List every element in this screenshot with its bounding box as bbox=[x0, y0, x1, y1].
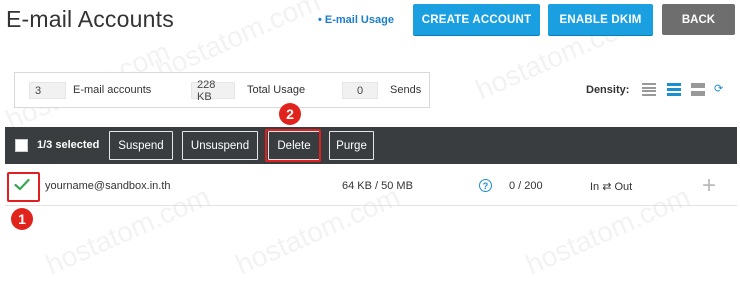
density-normal-icon[interactable] bbox=[667, 83, 681, 96]
email-usage-link[interactable]: • E-mail Usage bbox=[318, 14, 394, 26]
usage-value: 228 KB bbox=[191, 79, 235, 103]
accounts-label: E-mail accounts bbox=[73, 84, 152, 96]
usage-label: Total Usage bbox=[247, 84, 306, 96]
sends-label: Sends bbox=[390, 84, 422, 96]
account-email[interactable]: yourname@sandbox.in.th bbox=[45, 180, 171, 192]
selected-count: 1/3 selected bbox=[37, 139, 100, 151]
table-row: yourname@sandbox.in.th 64 KB / 50 MB ? 0… bbox=[5, 165, 737, 206]
expand-plus-icon[interactable]: + bbox=[702, 172, 716, 200]
highlight-row-checkbox bbox=[7, 172, 40, 202]
back-button[interactable]: BACK bbox=[662, 4, 735, 35]
highlight-delete-button bbox=[265, 129, 321, 162]
suspend-button[interactable]: Suspend bbox=[109, 131, 173, 160]
account-sends: 0 / 200 bbox=[509, 180, 543, 192]
email-usage-label: E-mail Usage bbox=[324, 14, 394, 26]
create-account-button[interactable]: CREATE ACCOUNT bbox=[413, 4, 540, 35]
bullet-icon: • bbox=[318, 14, 322, 26]
page-title: E-mail Accounts bbox=[6, 6, 174, 32]
density-label: Density: bbox=[586, 84, 630, 96]
sends-value: 0 bbox=[342, 82, 378, 99]
select-all-checkbox[interactable] bbox=[15, 139, 28, 152]
purge-button[interactable]: Purge bbox=[329, 131, 374, 160]
help-icon[interactable]: ? bbox=[479, 179, 492, 192]
density-compact-icon[interactable] bbox=[642, 83, 656, 96]
bulk-action-toolbar: 1/3 selected Suspend Unsuspend Delete Pu… bbox=[5, 127, 737, 164]
accounts-count: 3 bbox=[29, 82, 66, 99]
account-usage: 64 KB / 50 MB bbox=[342, 180, 413, 192]
density-comfortable-icon[interactable] bbox=[691, 83, 705, 96]
enable-dkim-button[interactable]: ENABLE DKIM bbox=[548, 4, 653, 35]
density-auto-icon[interactable]: ⟳ bbox=[714, 83, 728, 96]
step-marker-2: 2 bbox=[279, 103, 301, 125]
step-marker-1: 1 bbox=[11, 208, 33, 230]
unsuspend-button[interactable]: Unsuspend bbox=[182, 131, 258, 160]
stats-bar: 3 E-mail accounts 228 KB Total Usage 0 S… bbox=[14, 72, 430, 108]
account-direction: In ⇄ Out bbox=[590, 181, 633, 193]
